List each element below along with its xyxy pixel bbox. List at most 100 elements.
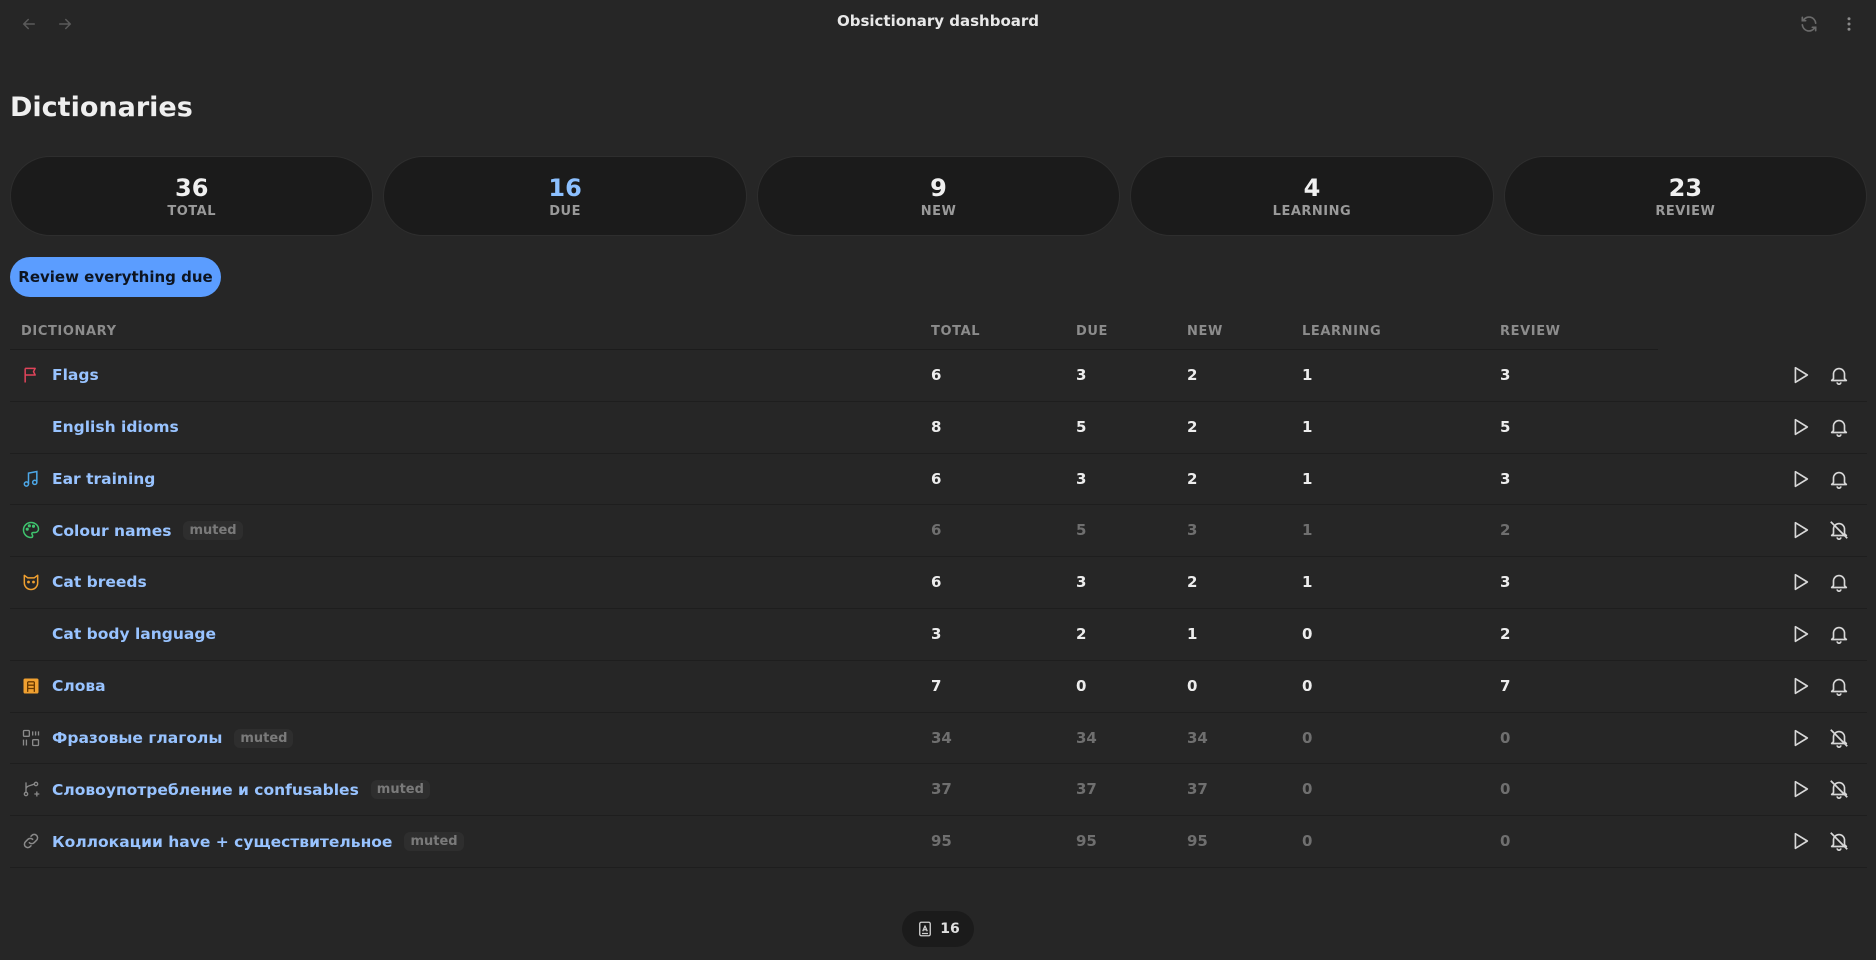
cell-total: 3 [931,624,942,643]
unmute-button[interactable] [1826,725,1852,751]
dictionary-link[interactable]: Flags [52,366,99,384]
cell-learning: 0 [1302,728,1313,747]
dictionary-link[interactable]: Cat body language [52,625,216,643]
stat-total: 36 Total [10,156,374,236]
cell-new: 1 [1187,624,1198,643]
cell-learning: 0 [1302,624,1313,643]
study-button[interactable] [1787,517,1813,543]
cell-due: 5 [1076,417,1087,436]
mute-button[interactable] [1826,569,1852,595]
cell-new: 2 [1187,469,1198,488]
stat-value: 16 [548,173,582,202]
play-icon [1794,625,1809,643]
cell-learning: 0 [1302,676,1313,695]
study-button[interactable] [1787,414,1813,440]
cell-learning: 1 [1302,417,1313,436]
dictionary-link[interactable]: Colour names muted [52,521,243,541]
stat-value: 4 [1303,173,1321,202]
branch-icon [21,779,41,799]
music-note-icon [21,469,41,489]
stat-label: Total [167,203,217,219]
cell-review: 2 [1500,521,1511,540]
study-button[interactable] [1787,466,1813,492]
table-row: Ear training 6 3 2 1 3 [10,454,1867,506]
cell-new: 2 [1187,366,1198,384]
study-button[interactable] [1787,362,1813,388]
refresh-button[interactable] [1796,11,1822,37]
mute-button[interactable] [1826,673,1852,699]
muted-badge: muted [370,780,430,800]
flag-icon [21,365,41,385]
dictionary-link[interactable]: Ear training [52,470,155,488]
cell-review: 3 [1500,366,1511,384]
study-button[interactable] [1787,673,1813,699]
mute-button[interactable] [1826,466,1852,492]
column-header-dictionary[interactable]: Dictionary [21,324,117,339]
study-button[interactable] [1787,828,1813,854]
bell-icon [1830,626,1848,644]
bell-off-icon [1830,832,1848,852]
unmute-button[interactable] [1826,776,1852,802]
dictionary-link[interactable]: Словоупотребление и confusables muted [52,780,430,800]
column-header-due[interactable]: Due [1076,324,1108,339]
dictionary-link[interactable]: Фразовые глаголы muted [52,728,294,748]
cell-review: 3 [1500,469,1511,488]
cell-review: 0 [1500,832,1511,851]
cell-new: 34 [1187,728,1208,747]
dictionary-link[interactable]: Cat breeds [52,573,147,591]
unmute-button[interactable] [1826,517,1852,543]
mute-button[interactable] [1826,621,1852,647]
letter-block-icon [21,676,41,696]
bell-icon [1830,419,1848,437]
play-icon [1794,781,1809,798]
column-header-learning[interactable]: Learning [1302,324,1381,339]
mute-button[interactable] [1826,414,1852,440]
cell-review: 5 [1500,417,1511,436]
cell-learning: 1 [1302,573,1313,592]
page-title: Dictionaries [10,92,193,123]
column-header-review[interactable]: Review [1500,324,1561,339]
dictionary-name: Colour names [52,521,172,540]
mute-button[interactable] [1826,362,1852,388]
more-options-button[interactable] [1836,11,1862,37]
play-icon [1794,677,1809,694]
window-title: Obsictionary dashboard [836,12,1040,30]
table-row: Фразовые глаголы muted 34 34 34 0 0 [10,713,1867,765]
dictionary-link[interactable]: Слова [52,677,106,695]
cell-total: 95 [931,832,952,851]
cell-learning: 0 [1302,832,1313,851]
bell-icon [1830,471,1848,489]
study-button[interactable] [1787,725,1813,751]
dictionary-name: Фразовые глаголы [52,729,223,748]
dictionary-name: Cat breeds [52,573,147,592]
unmute-button[interactable] [1826,828,1852,854]
dictionary-name: English idioms [52,417,179,436]
cell-total: 34 [931,728,952,747]
study-button[interactable] [1787,776,1813,802]
dictionary-link[interactable]: Коллокации have + существительное muted [52,832,464,852]
more-vertical-icon [1847,17,1851,31]
grid-icon [21,728,41,748]
cell-due: 95 [1076,832,1097,851]
cell-due: 5 [1076,521,1087,540]
bell-icon [1830,678,1848,696]
study-button[interactable] [1787,569,1813,595]
bell-icon [1830,575,1848,593]
stats-bar: 36 Total 16 Due 9 New 4 Learning 23 Revi… [10,156,1868,236]
cell-due: 2 [1076,624,1087,643]
review-everything-due-button[interactable]: Review everything due [10,257,221,297]
table-row: Cat breeds 6 3 2 1 3 [10,557,1867,609]
due-count-pill[interactable]: 16 [902,911,974,947]
dictionary-table: Dictionary Total Due New Learning Review… [10,318,1867,868]
stat-learning: 4 Learning [1130,156,1494,236]
table-row: Cat body language 3 2 1 0 2 [10,609,1867,661]
column-header-new[interactable]: New [1187,324,1223,339]
muted-badge: muted [404,832,464,852]
column-header-total[interactable]: Total [931,324,980,339]
cell-review: 2 [1500,624,1511,643]
cell-due: 34 [1076,728,1097,747]
bell-off-icon [1830,780,1848,800]
bell-icon [1830,367,1848,385]
dictionary-link[interactable]: English idioms [52,418,179,436]
study-button[interactable] [1787,621,1813,647]
